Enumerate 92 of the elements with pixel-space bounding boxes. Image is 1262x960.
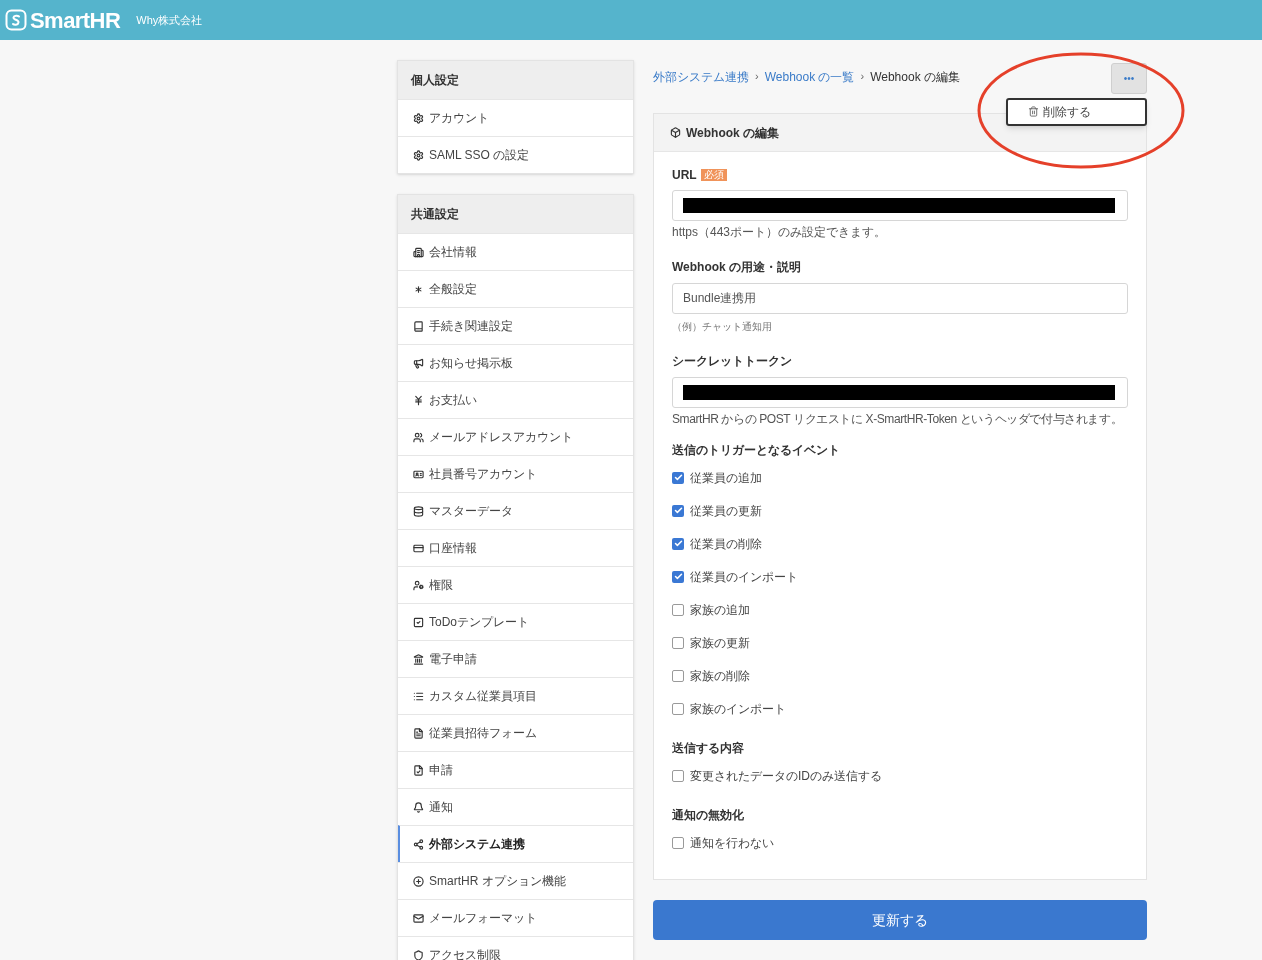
checkbox-label: 家族の削除 bbox=[690, 667, 750, 685]
sidebar-item[interactable]: アクセス制限 bbox=[398, 936, 633, 960]
gear-icon bbox=[413, 112, 424, 124]
sidebar-item[interactable]: カスタム従業員項目 bbox=[398, 677, 633, 714]
group-title: 通知の無効化 bbox=[672, 807, 745, 824]
cube-icon bbox=[670, 127, 681, 138]
checkbox[interactable] bbox=[672, 570, 684, 583]
section-title: 個人設定 bbox=[398, 61, 633, 99]
sidebar-item[interactable]: 従業員招待フォーム bbox=[398, 714, 633, 751]
sidebar-item[interactable]: 通知 bbox=[398, 788, 633, 825]
group-title: 送信のトリガーとなるイベント bbox=[672, 442, 841, 459]
field-label: Webhook の用途・説明 bbox=[672, 259, 803, 276]
field-label: シークレットトークン bbox=[672, 353, 793, 370]
checkbox[interactable] bbox=[672, 836, 684, 849]
checkbox[interactable] bbox=[672, 471, 684, 484]
sidebar-item[interactable]: メールフォーマット bbox=[398, 899, 633, 936]
book-icon bbox=[413, 320, 424, 332]
checkbox-icon bbox=[413, 616, 424, 628]
megaphone-icon bbox=[413, 357, 424, 369]
card-title: Webhook の編集 bbox=[686, 124, 780, 142]
breadcrumb-link[interactable]: 外部システム連携 bbox=[653, 67, 749, 86]
sidebar-item[interactable]: SAML SSO の設定 bbox=[398, 136, 633, 173]
breadcrumb-link[interactable]: Webhook の一覧 bbox=[764, 67, 855, 86]
gear-icon bbox=[413, 149, 424, 161]
sidebar-item[interactable]: 手続き関連設定 bbox=[398, 307, 633, 344]
checkbox-label: 従業員の更新 bbox=[690, 502, 762, 520]
bank-icon bbox=[413, 653, 424, 665]
logo-icon bbox=[5, 9, 27, 31]
asterisk-icon bbox=[413, 283, 424, 295]
sidebar-item[interactable]: 会社情報 bbox=[398, 233, 633, 270]
checkbox-label: 従業員の追加 bbox=[690, 469, 762, 487]
shield-icon bbox=[413, 949, 424, 960]
sidebar-item[interactable]: 全般設定 bbox=[398, 270, 633, 307]
checkbox-label: 変更されたデータのIDのみ送信する bbox=[690, 767, 882, 785]
checkbox[interactable] bbox=[672, 669, 684, 682]
checkbox-label: 家族の更新 bbox=[690, 634, 750, 652]
checkbox-label: 家族のインポート bbox=[690, 700, 786, 718]
checkbox[interactable] bbox=[672, 769, 684, 782]
update-button[interactable]: 更新する bbox=[653, 900, 1147, 940]
card-icon bbox=[413, 542, 424, 554]
breadcrumb-separator: › bbox=[755, 69, 759, 85]
building-icon bbox=[413, 246, 424, 258]
users-icon bbox=[413, 431, 424, 443]
database-icon bbox=[413, 505, 424, 517]
logo-text: SmartHR bbox=[30, 6, 121, 35]
checkbox-label: 通知を行わない bbox=[690, 834, 774, 852]
checkbox-label: 従業員の削除 bbox=[690, 535, 762, 553]
company-name: Why株式会社 bbox=[136, 12, 203, 28]
checkbox-label: 従業員のインポート bbox=[690, 568, 798, 586]
user-icon bbox=[413, 579, 424, 591]
sidebar-item[interactable]: 外部システム連携 bbox=[398, 825, 633, 862]
mail-icon bbox=[413, 912, 424, 924]
yen-icon bbox=[413, 394, 424, 406]
sidebar-item[interactable]: 電子申請 bbox=[398, 640, 633, 677]
breadcrumb-current: Webhook の編集 bbox=[870, 68, 960, 86]
document-check-icon bbox=[413, 764, 424, 776]
sidebar-item[interactable]: アカウント bbox=[398, 99, 633, 136]
sidebar-item[interactable]: 申請 bbox=[398, 751, 633, 788]
document-icon bbox=[413, 727, 424, 739]
sidebar-item[interactable]: お支払い bbox=[398, 381, 633, 418]
checkbox[interactable] bbox=[672, 702, 684, 715]
checkbox[interactable] bbox=[672, 537, 684, 550]
required-badge: 必須 bbox=[700, 169, 727, 181]
sidebar-item[interactable]: ToDoテンプレート bbox=[398, 603, 633, 640]
delete-menu-item[interactable]: 削除する bbox=[1006, 97, 1147, 126]
url-field[interactable] bbox=[672, 190, 1128, 221]
description-field[interactable]: Bundle連携用 bbox=[672, 283, 1128, 314]
id-card-icon bbox=[413, 468, 424, 480]
hint-text: SmartHR からの POST リクエストに X-SmartHR-Token というヘッダで付与されます。 bbox=[672, 411, 1123, 427]
hint-text: https（443ポート）のみ設定できます。 bbox=[672, 224, 888, 240]
plus-circle-icon bbox=[413, 875, 424, 887]
trash-icon bbox=[1028, 106, 1039, 117]
group-title: 送信する内容 bbox=[672, 740, 745, 757]
breadcrumb-separator: › bbox=[860, 69, 865, 85]
checkbox-label: 家族の追加 bbox=[690, 601, 750, 619]
sidebar-item[interactable]: 社員番号アカウント bbox=[398, 455, 633, 492]
section-title: 共通設定 bbox=[398, 195, 633, 233]
sidebar-item[interactable]: お知らせ掲示板 bbox=[398, 344, 633, 381]
checkbox[interactable] bbox=[672, 504, 684, 517]
sidebar-item[interactable]: 口座情報 bbox=[398, 529, 633, 566]
sidebar-item[interactable]: SmartHR オプション機能 bbox=[398, 862, 633, 899]
field-label: URL bbox=[672, 167, 697, 184]
checkbox[interactable] bbox=[672, 603, 684, 616]
sidebar-item[interactable]: 権限 bbox=[398, 566, 633, 603]
hint-text: （例）チャット通知用 bbox=[672, 320, 773, 334]
sidebar-item[interactable]: メールアドレスアカウント bbox=[398, 418, 633, 455]
sidebar-item[interactable]: マスターデータ bbox=[398, 492, 633, 529]
checkbox[interactable] bbox=[672, 636, 684, 649]
secret-token-field[interactable] bbox=[672, 377, 1128, 408]
share-icon bbox=[413, 838, 424, 850]
bell-icon bbox=[413, 801, 424, 813]
list-icon bbox=[413, 690, 424, 702]
